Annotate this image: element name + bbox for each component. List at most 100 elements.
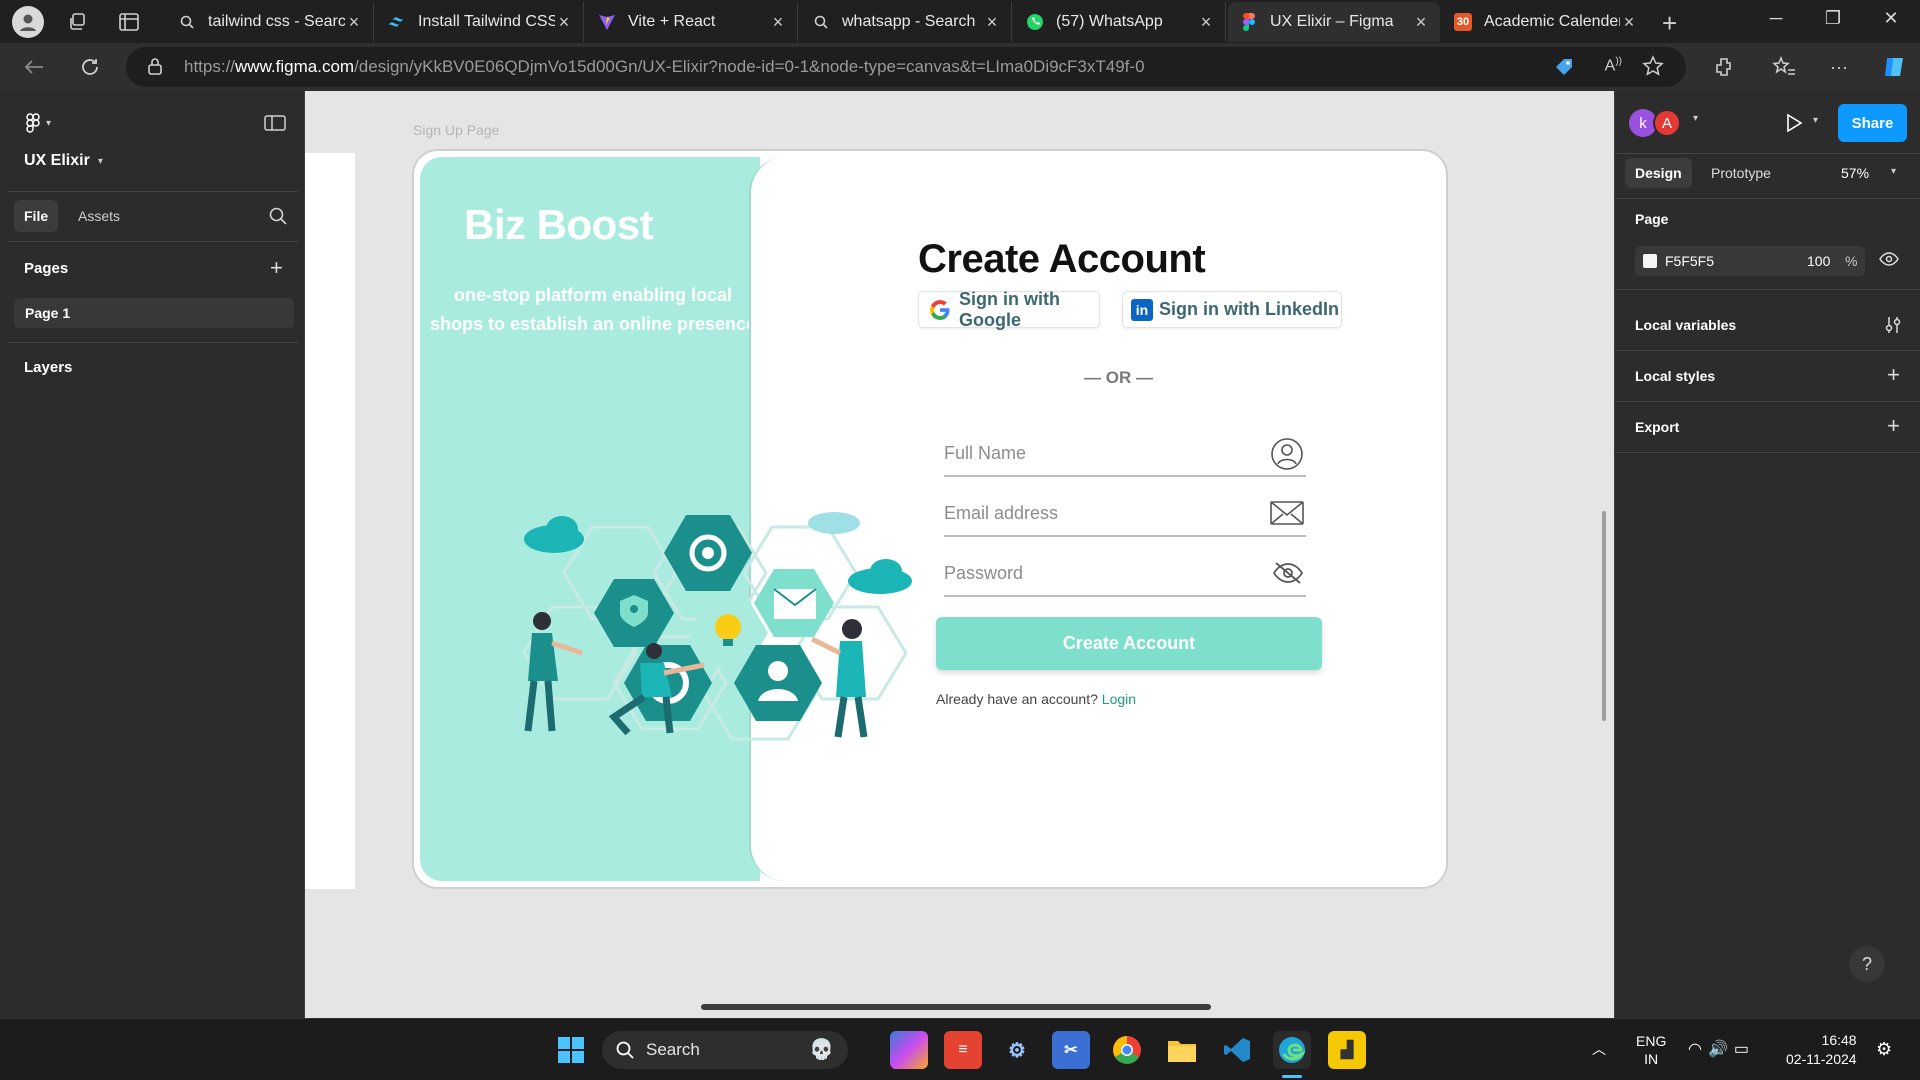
variables-sliders-icon[interactable] [1885,316,1901,334]
file-name-menu[interactable]: UX Elixir ▾ [24,152,103,170]
brand-title: Biz Boost [464,201,654,248]
minimize-icon[interactable]: ─ [1761,8,1791,29]
page-color-hex[interactable]: F5F5F5 [1665,253,1714,269]
search-icon[interactable] [269,207,287,225]
local-variables-label[interactable]: Local variables [1635,317,1736,333]
google-signin-button[interactable]: Sign in with Google [918,289,1100,330]
lock-icon[interactable] [148,58,162,75]
window-close-icon[interactable]: ✕ [1876,8,1906,29]
canvas-scrollbar[interactable] [1602,511,1606,721]
new-tab-icon[interactable]: + [1662,8,1677,39]
add-style-icon[interactable]: + [1887,362,1900,388]
toggle-sidebar-icon[interactable] [264,115,286,131]
color-swatch[interactable] [1643,254,1657,268]
avatar[interactable]: A [1653,109,1681,137]
tab-title: (57) WhatsApp [1056,13,1163,30]
tab-figma-ux-elixir[interactable]: UX Elixir – Figma × [1228,2,1440,42]
close-icon[interactable]: × [983,12,1001,33]
add-export-icon[interactable]: + [1887,413,1900,439]
tab-whatsapp[interactable]: (57) WhatsApp × [1014,2,1226,42]
settings-gear-icon[interactable]: ⚙ [998,1031,1036,1069]
favorite-star-icon[interactable] [1642,55,1664,77]
copilot-app-icon[interactable] [890,1031,928,1069]
page-opacity-value[interactable]: 100 [1807,253,1830,269]
close-icon[interactable]: × [1620,12,1638,33]
tab-vite-react[interactable]: Vite + React × [586,2,798,42]
favorites-icon[interactable] [1770,53,1798,81]
login-prompt-text: Already have an account? [936,691,1098,707]
close-icon[interactable]: × [1412,12,1430,33]
restore-icon[interactable]: ❐ [1818,8,1848,29]
file-name: UX Elixir [24,152,90,169]
login-prompt: Already have an account? Login [936,691,1136,707]
export-label[interactable]: Export [1635,419,1679,435]
system-tray-icons[interactable]: ◠🔊▭ [1688,1039,1755,1059]
linkedin-signin-button[interactable]: in Sign in with LinkedIn [1122,291,1342,328]
email-field[interactable]: Email address [944,493,1306,537]
more-options-icon[interactable]: ··· [1825,53,1853,81]
chevron-up-icon[interactable]: ︿ [1592,1039,1606,1059]
eye-off-icon[interactable] [1272,561,1304,585]
tab-whatsapp-search[interactable]: whatsapp - Search × [800,2,1012,42]
edge-app-icon[interactable] [1273,1031,1311,1069]
tab-assets[interactable]: Assets [68,200,130,232]
todoist-app-icon[interactable]: ≡ [944,1031,982,1069]
tab-file[interactable]: File [14,200,59,232]
snipping-tool-icon[interactable]: ✂ [1052,1031,1090,1069]
coupon-tag-icon[interactable] [1554,57,1576,77]
tab-actions-icon[interactable] [116,9,142,35]
tab-tailwind-search[interactable]: tailwind css - Search × [166,2,374,42]
workspaces-icon[interactable] [64,9,90,35]
taskbar-search[interactable]: Search 💀 [602,1031,848,1069]
close-icon[interactable]: × [1197,12,1215,33]
full-name-field[interactable]: Full Name [944,433,1306,477]
file-explorer-icon[interactable] [1163,1031,1201,1069]
envelope-icon [1270,501,1304,525]
extensions-icon[interactable] [1710,53,1738,81]
read-aloud-icon[interactable]: A)) [1605,56,1622,75]
local-styles-label[interactable]: Local styles [1635,368,1715,384]
copilot-icon[interactable] [1880,53,1908,81]
chevron-down-icon[interactable]: ▾ [1891,166,1896,177]
divider [8,241,298,242]
url-field[interactable]: https://www.figma.com/design/yKkBV0E06QD… [126,47,1686,87]
back-arrow-icon[interactable] [20,53,48,81]
add-page-icon[interactable]: + [270,255,283,281]
sticky-notes-icon[interactable]: ▟ [1328,1031,1366,1069]
create-account-button[interactable]: Create Account [936,617,1322,670]
chevron-down-icon: ▾ [46,117,52,129]
clock[interactable]: 16:48 02-11-2024 [1786,1031,1857,1069]
close-icon[interactable]: × [769,12,787,33]
design-canvas[interactable]: Sign Up Page Biz Boost one-stop platform… [305,91,1614,1018]
close-icon[interactable]: × [345,12,363,33]
chevron-down-icon[interactable]: ▾ [1693,113,1698,124]
page-item-page-1[interactable]: Page 1 [14,298,294,328]
tab-prototype[interactable]: Prototype [1711,165,1771,181]
figma-menu-button[interactable]: ▾ [26,113,51,133]
profile-avatar-icon[interactable] [12,6,44,38]
windows-start-icon[interactable] [552,1031,590,1069]
offscreen-frame[interactable] [305,153,355,889]
close-icon[interactable]: × [555,12,573,33]
login-link[interactable]: Login [1102,691,1136,707]
person-figure [810,619,868,738]
present-play-icon[interactable] [1785,113,1803,133]
notifications-icon[interactable]: ⚙ [1876,1039,1892,1060]
page-fill-field[interactable]: F5F5F5 100 % [1635,246,1865,276]
refresh-icon[interactable] [76,53,104,81]
horizontal-scrollbar[interactable] [701,1004,1211,1010]
eye-visibility-icon[interactable] [1879,252,1899,266]
password-field[interactable]: Password [944,553,1306,597]
sign-up-frame[interactable]: Biz Boost one-stop platform enabling loc… [412,149,1448,889]
share-button[interactable]: Share [1838,104,1907,142]
chevron-down-icon[interactable]: ▾ [1813,115,1818,126]
tab-design[interactable]: Design [1625,158,1692,188]
tab-academic-calender[interactable]: 30 Academic Calender × [1442,2,1648,42]
language-indicator[interactable]: ENG IN [1636,1032,1666,1068]
zoom-level[interactable]: 57% [1841,165,1869,181]
tab-install-tailwind[interactable]: Install Tailwind CSS w × [376,2,584,42]
vscode-app-icon[interactable] [1218,1031,1256,1069]
frame-label[interactable]: Sign Up Page [413,122,499,138]
chrome-app-icon[interactable] [1108,1031,1146,1069]
help-button[interactable]: ? [1849,946,1885,982]
